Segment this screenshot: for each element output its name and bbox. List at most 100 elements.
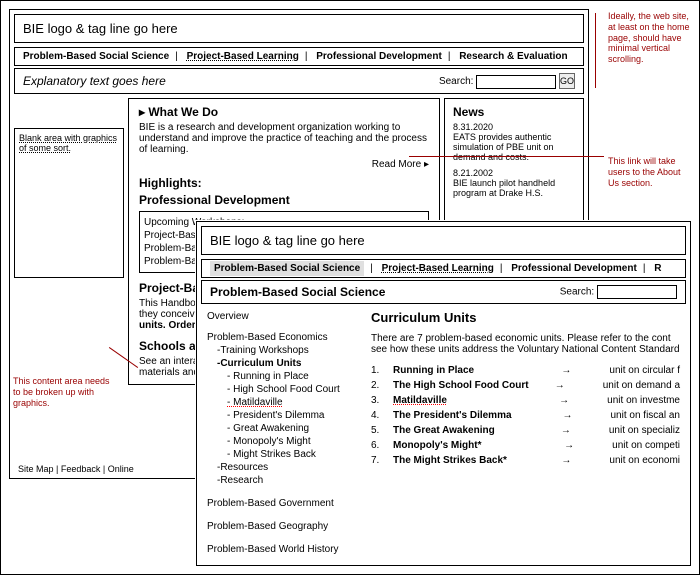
units-list: 1.Running in Place→unit on circular f2.T… xyxy=(371,365,680,466)
subheader: Explanatory text goes here Search: GO xyxy=(14,68,584,94)
units-intro: see how these units address the Voluntar… xyxy=(371,344,680,355)
sidenav-item[interactable]: Problem-Based Economics xyxy=(207,331,357,344)
sidenav-unit[interactable]: - Matildaville xyxy=(207,396,357,409)
news-item[interactable]: 8.21.2002 BIE launch pilot handheld prog… xyxy=(453,168,575,198)
logo-tagline: BIE logo & tag line go here xyxy=(210,233,677,248)
nav-item-profdev[interactable]: Professional Development xyxy=(316,51,442,62)
what-we-do-body: BIE is a research and development organi… xyxy=(139,122,429,155)
sidenav-item-active[interactable]: -Curriculum Units xyxy=(207,357,357,370)
arrow-icon: → xyxy=(559,395,599,406)
sidenav-unit[interactable]: - Might Strikes Back xyxy=(207,448,357,461)
unit-name: Matildaville xyxy=(393,395,551,406)
arrow-icon: → xyxy=(564,440,604,451)
sidenav-item[interactable]: Problem-Based Government xyxy=(207,497,357,510)
unit-topic: unit on circular f xyxy=(609,365,680,376)
unit-number: 2. xyxy=(371,380,385,391)
arrow-icon: → xyxy=(561,365,601,376)
unit-row[interactable]: 3. Matildaville → unit on investme xyxy=(371,395,680,406)
curriculum-units-heading: Curriculum Units xyxy=(371,310,680,325)
unit-name: Running in Place xyxy=(393,365,553,376)
unit-row[interactable]: 7. The Might Strikes Back* → unit on econom… xyxy=(371,455,680,466)
unit-name: Monopoly's Might* xyxy=(393,440,556,451)
header: BIE logo & tag line go here xyxy=(201,226,686,255)
sidenav-item[interactable]: -Training Workshops xyxy=(207,344,357,357)
arrow-icon: ▸ xyxy=(139,105,148,119)
sidenav-item[interactable]: Problem-Based Geography xyxy=(207,520,357,533)
section-title: Problem-Based Social Science xyxy=(210,285,385,299)
arrow-icon: → xyxy=(563,410,603,421)
highlights-heading: Highlights: xyxy=(139,176,429,190)
unit-topic: unit on specializ xyxy=(609,425,680,436)
search-input[interactable] xyxy=(597,285,677,299)
search-label: Search: xyxy=(560,287,594,298)
sidenav-overview[interactable]: Overview xyxy=(207,310,357,323)
read-more-link[interactable]: Read More ▸ xyxy=(139,159,429,170)
left-column: Blank area with graphics of some sort. xyxy=(14,98,124,385)
sidenav-item[interactable]: Problem-Based World History xyxy=(207,543,357,556)
unit-row[interactable]: 2. The High School Food Court → unit on dem… xyxy=(371,380,680,391)
logo-tagline: BIE logo & tag line go here xyxy=(23,21,575,36)
explanatory-text: Explanatory text goes here xyxy=(23,74,166,88)
unit-number: 3. xyxy=(371,395,385,406)
units-intro: There are 7 problem-based economic units… xyxy=(371,333,680,344)
subsection-window: BIE logo & tag line go here Problem-Base… xyxy=(196,221,691,566)
unit-name: The High School Food Court xyxy=(393,380,547,391)
nav-item-pbl[interactable]: Project-Based Learning xyxy=(382,263,494,274)
unit-topic: unit on investme xyxy=(607,395,680,406)
arrow-icon: ▸ xyxy=(424,159,429,170)
sidenav-unit[interactable]: - Great Awakening xyxy=(207,422,357,435)
sidenav-unit[interactable]: - High School Food Court xyxy=(207,383,357,396)
primary-nav: Problem-Based Social Science| Project-Ba… xyxy=(201,259,686,278)
unit-number: 7. xyxy=(371,455,385,466)
unit-topic: unit on economi xyxy=(609,455,680,466)
search-group: Search: GO xyxy=(439,73,575,89)
side-nav: Overview Problem-Based Economics -Traini… xyxy=(207,310,357,556)
unit-number: 4. xyxy=(371,410,385,421)
unit-topic: unit on fiscal an xyxy=(611,410,681,421)
unit-name: The President's Dilemma xyxy=(393,410,555,421)
arrow-icon: → xyxy=(561,425,601,436)
unit-row[interactable]: 4. The President's Dilemma → unit on fiscal… xyxy=(371,410,680,421)
subheader: Problem-Based Social Science Search: xyxy=(201,280,686,304)
unit-row[interactable]: 5. The Great Awakening → unit on specializ xyxy=(371,425,680,436)
highlights-subheading: Professional Development xyxy=(139,193,429,207)
search-group: Search: xyxy=(560,285,677,299)
unit-topic: unit on demand a xyxy=(603,380,680,391)
unit-row[interactable]: 1. Running in Place → unit on circular f xyxy=(371,365,680,376)
unit-name: The Great Awakening xyxy=(393,425,553,436)
content-area: Curriculum Units There are 7 problem-bas… xyxy=(371,310,680,556)
news-heading: News xyxy=(453,105,575,119)
sidenav-unit[interactable]: - Running in Place xyxy=(207,370,357,383)
primary-nav: Problem-Based Social Science| Project-Ba… xyxy=(14,47,584,66)
search-input[interactable] xyxy=(476,75,556,89)
unit-number: 1. xyxy=(371,365,385,376)
unit-topic: unit on competi xyxy=(612,440,680,451)
unit-row[interactable]: 6. Monopoly's Might* → unit on competi xyxy=(371,440,680,451)
sidenav-item[interactable]: -Resources xyxy=(207,461,357,474)
sidenav-unit[interactable]: - Monopoly's Might xyxy=(207,435,357,448)
sidenav-unit[interactable]: - President's Dilemma xyxy=(207,409,357,422)
nav-item-profdev[interactable]: Professional Development xyxy=(511,263,637,274)
annotation: This link will take users to the About U… xyxy=(608,156,693,188)
unit-number: 6. xyxy=(371,440,385,451)
unit-name: The Might Strikes Back* xyxy=(393,455,553,466)
nav-item-pbss[interactable]: Problem-Based Social Science xyxy=(210,261,364,276)
nav-item-pbss[interactable]: Problem-Based Social Science xyxy=(23,51,169,62)
header: BIE logo & tag line go here xyxy=(14,14,584,43)
nav-item-research[interactable]: Research & Evaluation xyxy=(459,51,567,62)
arrow-icon: → xyxy=(561,455,601,466)
main-body: Overview Problem-Based Economics -Traini… xyxy=(207,310,680,556)
search-go-button[interactable]: GO xyxy=(559,73,575,89)
arrow-icon: → xyxy=(555,380,595,391)
sidenav-item[interactable]: -Research xyxy=(207,474,357,487)
nav-item-pbl[interactable]: Project-Based Learning xyxy=(187,51,299,62)
unit-number: 5. xyxy=(371,425,385,436)
graphics-placeholder: Blank area with graphics of some sort. xyxy=(14,128,124,278)
annotation: Ideally, the web site, at least on the h… xyxy=(608,11,693,65)
annotation-line xyxy=(409,156,604,157)
annotation-line xyxy=(595,13,596,88)
nav-item-research[interactable]: R xyxy=(654,263,661,274)
search-label: Search: xyxy=(439,76,473,87)
annotation: This content area needs to be broken up … xyxy=(13,376,113,408)
what-we-do-heading: ▸ What We Do xyxy=(139,105,429,119)
